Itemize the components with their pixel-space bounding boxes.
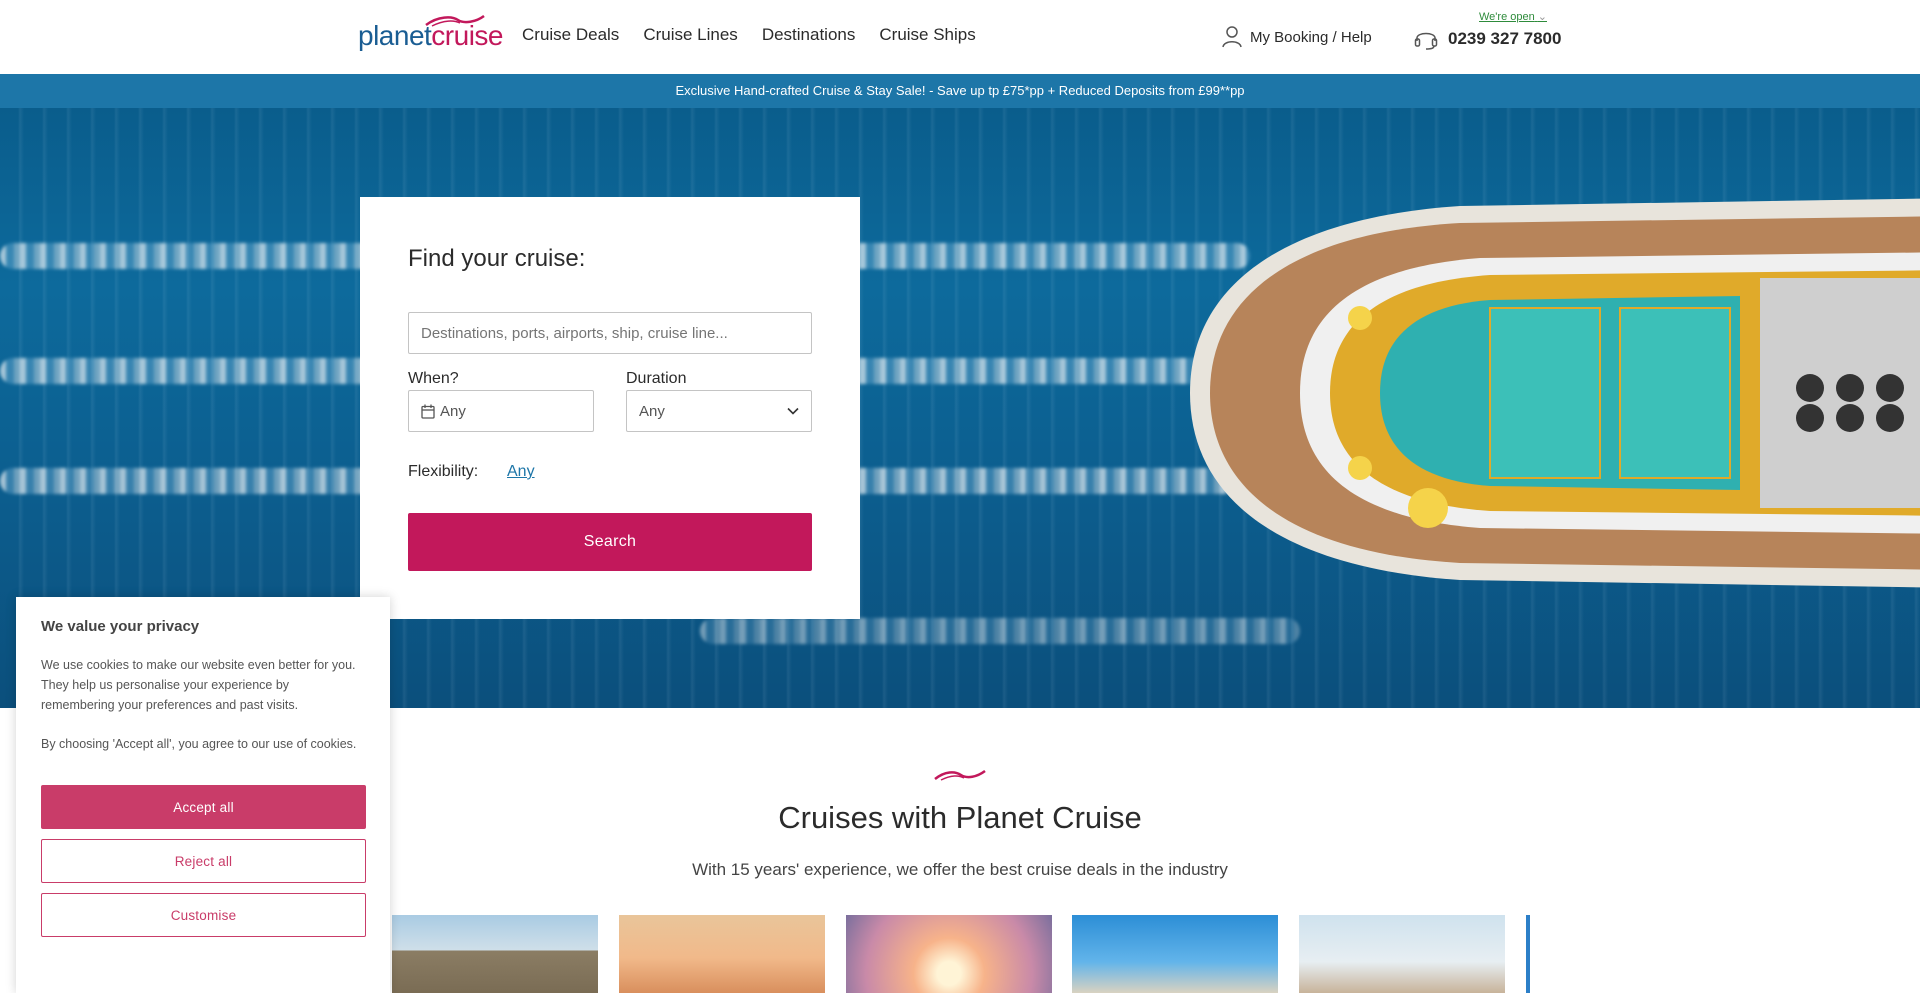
phone-contact[interactable]: We're open ⌄ 0239 327 7800 [1414, 10, 1561, 50]
flexibility-label: Flexibility: [408, 463, 479, 480]
logo-text-planet: planet [358, 20, 432, 51]
destination-thumbnail[interactable] [1299, 915, 1505, 993]
duration-label: Duration [626, 370, 687, 387]
customise-button[interactable]: Customise [41, 893, 366, 937]
calendar-icon [421, 404, 435, 419]
phone-number: 0239 327 7800 [1448, 29, 1562, 48]
user-icon [1222, 26, 1242, 48]
cookie-text-1: We use cookies to make our website even … [41, 658, 356, 712]
nav-cruise-ships[interactable]: Cruise Ships [879, 25, 975, 45]
destination-thumbnail[interactable] [392, 915, 598, 993]
nav-cruise-lines[interactable]: Cruise Lines [643, 25, 738, 45]
accept-all-button[interactable]: Accept all [41, 785, 366, 829]
destination-input[interactable] [408, 312, 812, 354]
chevron-down-icon [787, 407, 799, 415]
search-button[interactable]: Search [408, 513, 812, 571]
duration-select[interactable]: Any [626, 390, 812, 432]
headset-icon [1414, 32, 1438, 50]
destination-thumbnail[interactable] [846, 915, 1052, 993]
reject-all-button[interactable]: Reject all [41, 839, 366, 883]
wake-stripe [700, 618, 1300, 644]
duration-value: Any [639, 402, 665, 420]
open-status[interactable]: We're open ⌄ [1479, 10, 1547, 23]
flexibility-link[interactable]: Any [507, 463, 535, 481]
chevron-down-icon: ⌄ [1537, 11, 1547, 23]
nav-destinations[interactable]: Destinations [762, 25, 856, 45]
my-booking-link[interactable]: My Booking / Help [1222, 26, 1372, 48]
site-header: planet cruise Cruise Deals Cruise Lines D… [0, 0, 1920, 74]
cookie-consent-panel: We value your privacy We use cookies to … [16, 597, 390, 993]
destination-thumbnail[interactable] [1072, 915, 1278, 993]
cruise-ship-illustration [1190, 198, 1920, 588]
nav-cruise-deals[interactable]: Cruise Deals [522, 25, 619, 45]
brand-swoosh-icon [934, 769, 986, 781]
search-title: Find your cruise: [408, 245, 586, 272]
open-status-text: We're open [1479, 11, 1535, 23]
when-label: When? [408, 370, 459, 387]
search-card: Find your cruise: When? Any Duration Any… [360, 197, 860, 619]
destination-thumbnail[interactable] [619, 915, 825, 993]
my-booking-label: My Booking / Help [1250, 28, 1372, 46]
promo-banner[interactable]: Exclusive Hand-crafted Cruise & Stay Sal… [0, 74, 1920, 108]
cookie-text-2: By choosing 'Accept all', you agree to o… [41, 737, 357, 751]
cookie-title: We value your privacy [41, 618, 200, 635]
logo-swoosh-icon [425, 14, 485, 27]
when-value: Any [440, 402, 466, 420]
planet-cruise-logo[interactable]: planet cruise [358, 14, 503, 52]
destination-thumbnail[interactable] [1526, 915, 1530, 993]
when-field[interactable]: Any [408, 390, 594, 432]
main-nav: Cruise Deals Cruise Lines Destinations C… [522, 25, 976, 45]
